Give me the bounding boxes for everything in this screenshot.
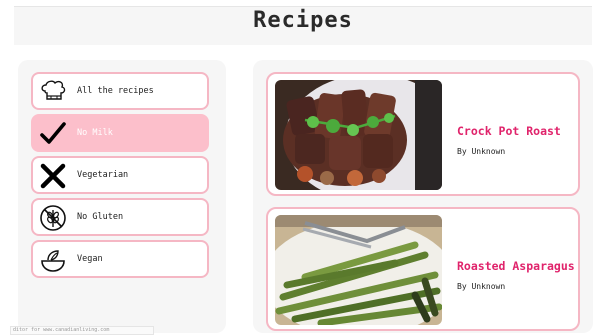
category-no-gluten[interactable]: No Gluten <box>31 198 209 236</box>
page-title: Recipes <box>253 8 353 33</box>
category-sidebar: All the recipes No Milk Vegetarian No Gl… <box>18 60 226 333</box>
wheat-icon <box>40 205 66 231</box>
checkmark-icon <box>40 122 66 144</box>
recipe-card-crock-pot-roast[interactable]: Crock Pot Roast By Unknown <box>266 72 580 196</box>
recipe-author: By Unknown <box>457 147 506 156</box>
category-label: Vegan <box>77 254 103 264</box>
category-label: No Milk <box>77 128 113 138</box>
category-label: All the recipes <box>77 86 154 96</box>
asparagus-photo <box>275 215 442 325</box>
recipe-author: By Unknown <box>457 282 506 291</box>
chef-hat-icon <box>41 80 66 100</box>
category-label: Vegetarian <box>77 170 129 180</box>
category-vegan[interactable]: Vegan <box>31 240 209 278</box>
bowl-icon <box>41 250 65 272</box>
recipe-title[interactable]: Crock Pot Roast <box>457 124 561 138</box>
category-label: No Gluten <box>77 212 124 222</box>
roast-beef-photo <box>275 80 442 190</box>
page-header: Recipes <box>14 6 592 45</box>
category-all-recipes[interactable]: All the recipes <box>31 72 209 110</box>
status-bar-link: ditor for www.canadianliving.com <box>10 326 154 335</box>
recipe-list: Crock Pot Roast By Unknown Roasted Aspar… <box>253 60 593 333</box>
x-icon <box>40 163 66 189</box>
category-no-milk[interactable]: No Milk <box>31 114 209 152</box>
category-vegetarian[interactable]: Vegetarian <box>31 156 209 194</box>
recipe-card-roasted-asparagus[interactable]: Roasted Asparagus By Unknown <box>266 207 580 331</box>
recipe-title[interactable]: Roasted Asparagus <box>457 259 575 273</box>
